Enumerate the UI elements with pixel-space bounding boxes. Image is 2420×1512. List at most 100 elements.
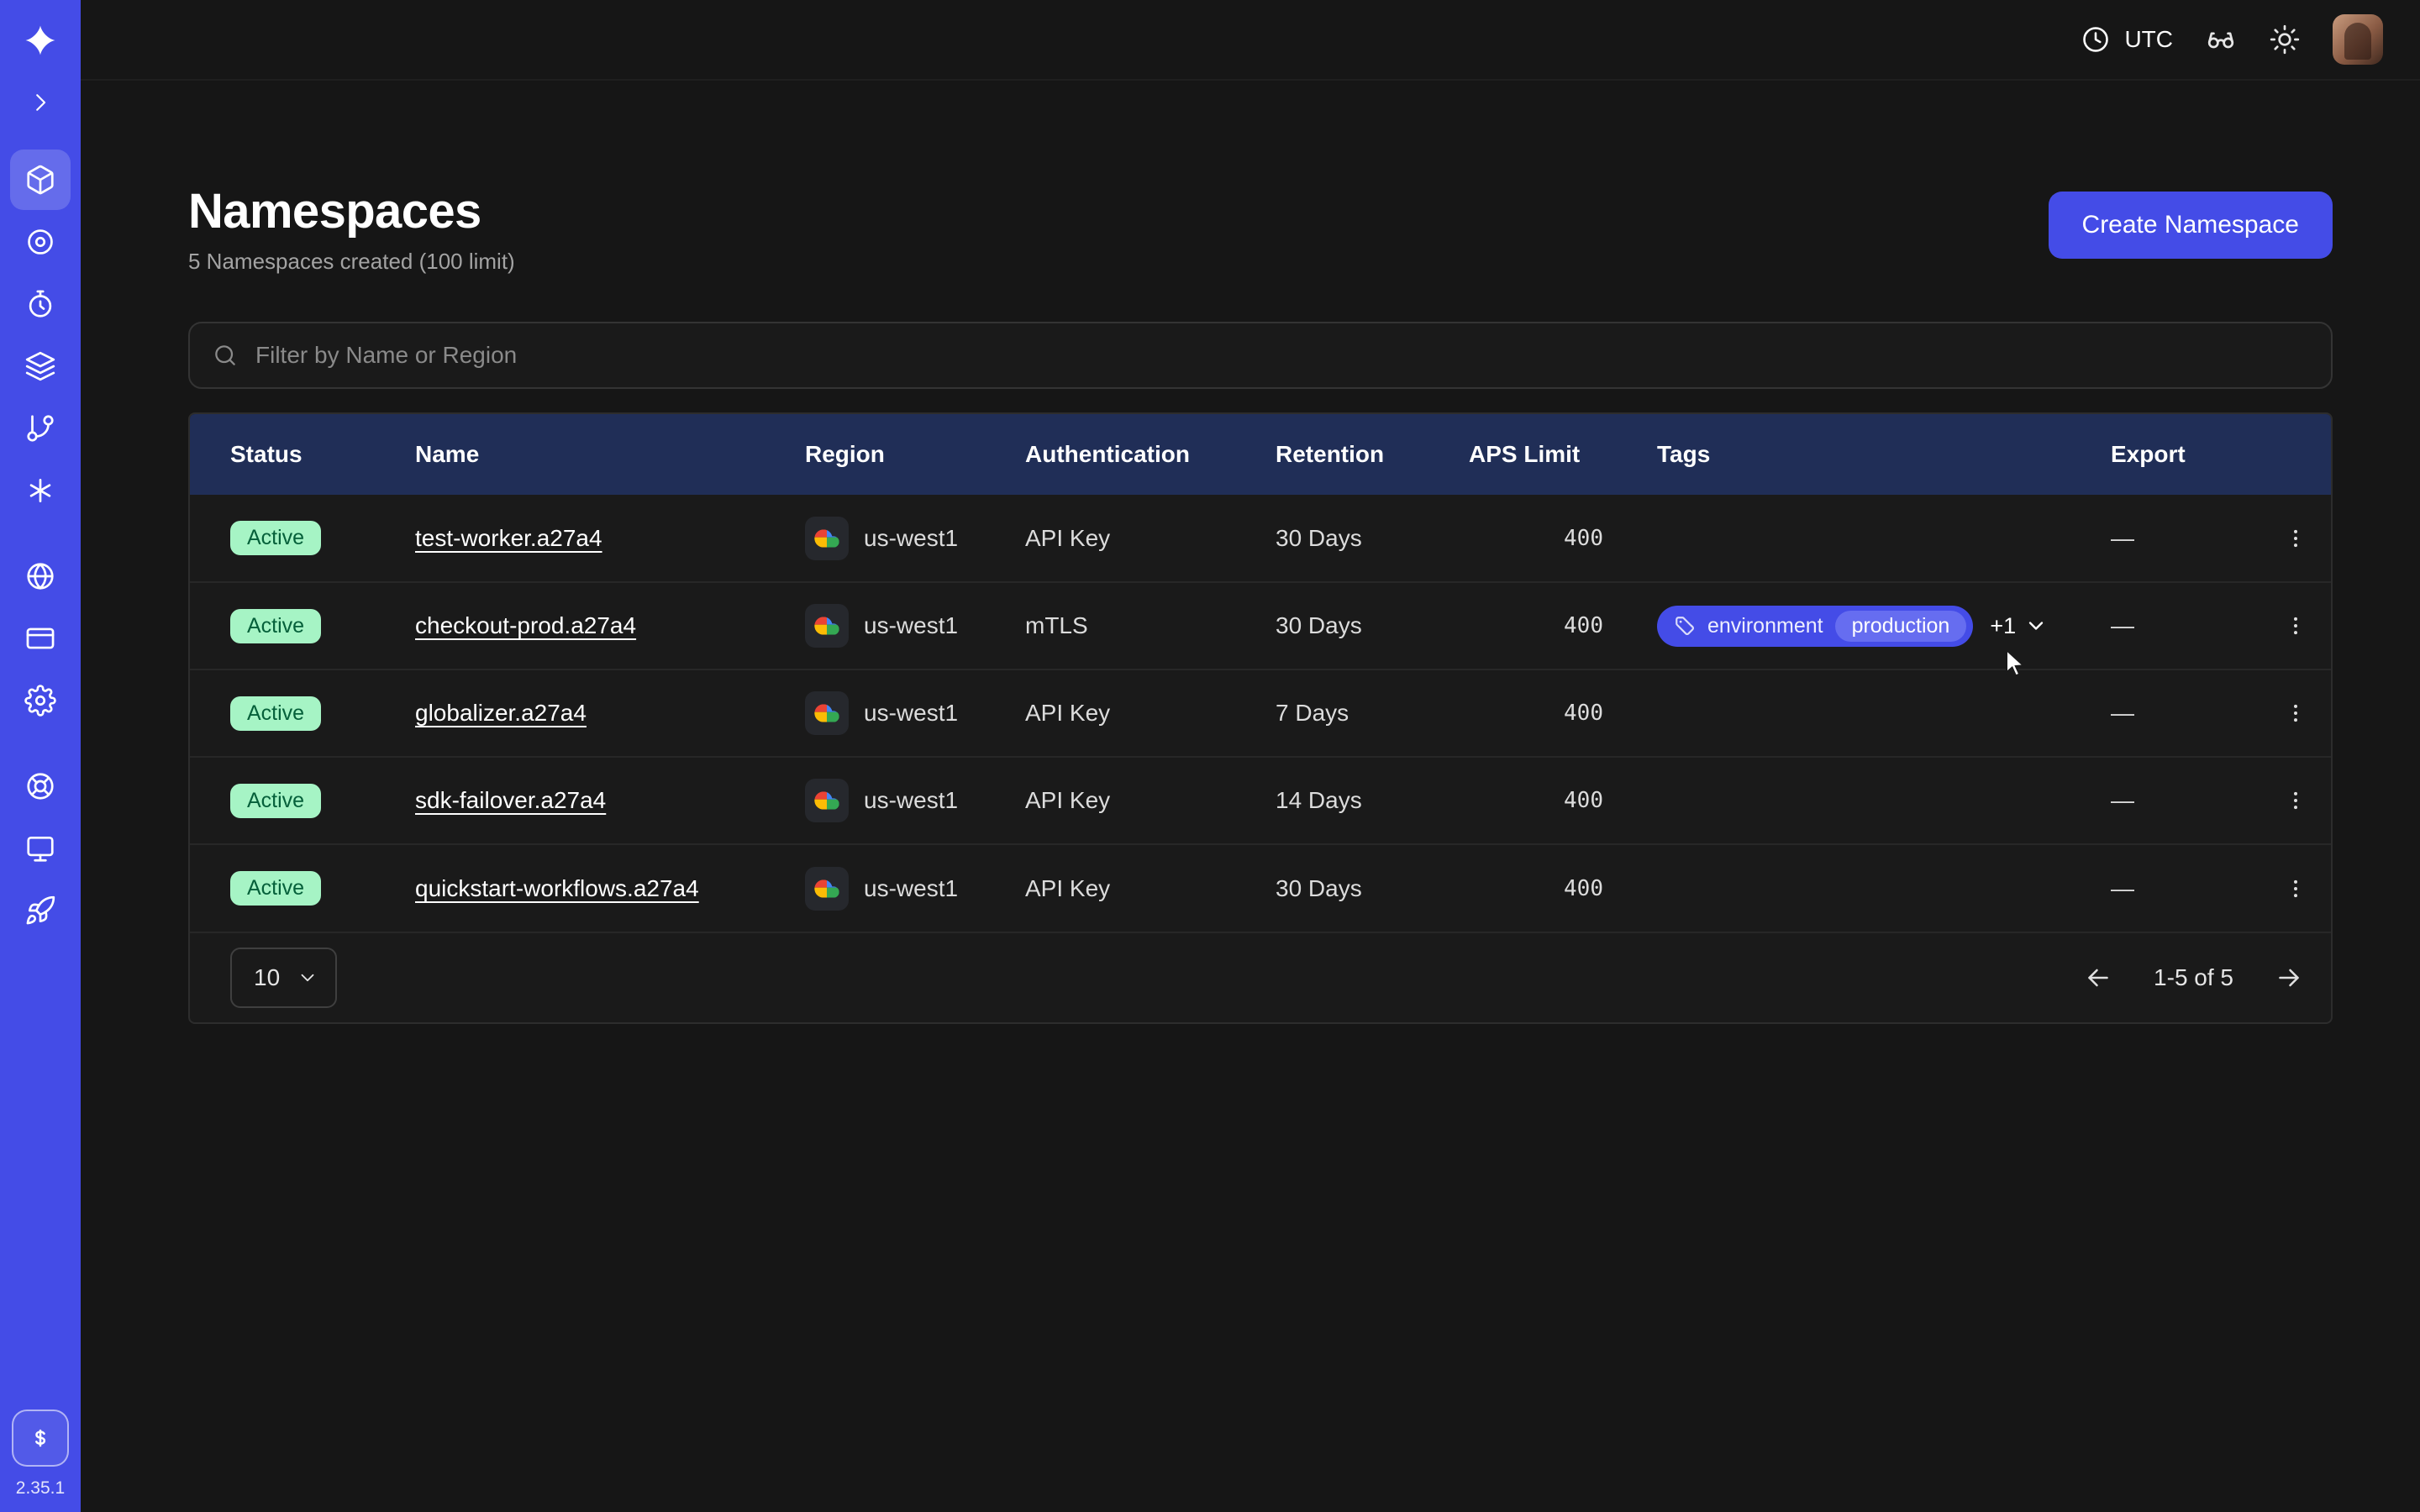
kebab-icon [2284, 699, 2307, 727]
table-row: Active globalizer.a27a4 us-west1 API Key… [190, 669, 2333, 757]
sidebar-item-nexus[interactable] [10, 212, 71, 272]
topbar: UTC [81, 0, 2420, 81]
filter-input[interactable] [255, 342, 2309, 369]
table-row: Active test-worker.a27a4 us-west1 API Ke… [190, 495, 2333, 582]
monitor-icon [24, 832, 56, 864]
column-name: Name [388, 414, 778, 495]
lifebuoy-icon [24, 770, 56, 802]
region-label: us-west1 [864, 525, 958, 552]
retention-value: 30 Days [1249, 495, 1442, 582]
kebab-icon [2284, 612, 2307, 640]
sidebar-group-help [10, 756, 71, 941]
labs-glasses-button[interactable] [2205, 24, 2237, 55]
retention-value: 30 Days [1249, 844, 1442, 932]
theme-toggle-button[interactable] [2269, 24, 2301, 55]
tag-value: production [1835, 611, 1967, 642]
sidebar-bottom: 2.35.1 [12, 1410, 69, 1499]
gcp-cloud-icon [805, 779, 849, 822]
sidebar-item-regions[interactable] [10, 546, 71, 606]
prev-page-button[interactable] [2083, 963, 2113, 993]
gcp-cloud-icon [805, 691, 849, 735]
tags-cell [1630, 495, 2084, 582]
namespace-table-body: Active test-worker.a27a4 us-west1 API Ke… [190, 495, 2333, 932]
git-branch-icon [24, 412, 56, 444]
sidebar-item-deployments[interactable] [10, 336, 71, 396]
gcp-cloud-icon [805, 867, 849, 911]
column-export: Export [2084, 414, 2257, 495]
column-actions [2257, 414, 2333, 495]
table-row: Active sdk-failover.a27a4 us-west1 API K… [190, 757, 2333, 844]
sidebar-item-settings[interactable] [10, 670, 71, 731]
table-footer: 10 1-5 of 5 [190, 932, 2331, 1022]
row-menu-button[interactable] [2284, 612, 2307, 640]
app-version: 2.35.1 [16, 1478, 65, 1499]
page-title: Namespaces [188, 181, 515, 242]
namespace-link[interactable]: quickstart-workflows.a27a4 [415, 875, 699, 901]
page-size-select[interactable]: 10 [230, 948, 337, 1008]
sidebar-item-billing[interactable] [10, 608, 71, 669]
column-status: Status [190, 414, 388, 495]
next-page-button[interactable] [2274, 963, 2304, 993]
retention-value: 14 Days [1249, 757, 1442, 844]
sidebar-item-batch[interactable] [10, 460, 71, 521]
row-menu-button[interactable] [2284, 786, 2307, 815]
sidebar-group-main [10, 150, 71, 521]
aps-limit-value: 400 [1442, 495, 1630, 582]
kebab-icon [2284, 786, 2307, 815]
asterisk-icon [24, 475, 56, 507]
gcp-cloud-icon [805, 517, 849, 560]
page-size-value: 10 [254, 964, 280, 991]
pagination: 1-5 of 5 [2083, 963, 2304, 993]
row-menu-button[interactable] [2284, 874, 2307, 903]
sidebar-item-namespaces[interactable] [10, 150, 71, 210]
temporal-logo[interactable] [10, 3, 71, 77]
tags-cell [1630, 669, 2084, 757]
kebab-icon [2284, 524, 2307, 553]
sidebar-group-account [10, 546, 71, 731]
sidebar-item-schedules[interactable] [10, 274, 71, 334]
sidebar-item-quickstart[interactable] [10, 880, 71, 941]
gear-icon [24, 685, 56, 717]
tags-wrap: environmentproduction +1 [1657, 606, 2057, 647]
namespace-link[interactable]: checkout-prod.a27a4 [415, 612, 636, 638]
status-badge: Active [230, 609, 321, 643]
namespace-link[interactable]: globalizer.a27a4 [415, 700, 587, 726]
timer-icon [24, 288, 56, 320]
create-namespace-button[interactable]: Create Namespace [2049, 192, 2333, 259]
search-icon [212, 342, 239, 369]
timezone-label: UTC [2124, 26, 2173, 53]
timezone-button[interactable]: UTC [2081, 24, 2173, 55]
row-menu-button[interactable] [2284, 524, 2307, 553]
user-avatar[interactable] [2333, 14, 2383, 65]
sidebar-item-getting-started[interactable] [10, 818, 71, 879]
table-row: Active quickstart-workflows.a27a4 us-wes… [190, 844, 2333, 932]
status-badge: Active [230, 521, 321, 555]
column-region: Region [778, 414, 998, 495]
auth-method: API Key [998, 844, 1249, 932]
page-header: Namespaces 5 Namespaces created (100 lim… [188, 181, 2333, 275]
auth-method: mTLS [998, 582, 1249, 669]
sidebar-item-support[interactable] [10, 756, 71, 816]
export-value: — [2084, 582, 2257, 669]
more-tags-toggle[interactable]: +1 [1990, 613, 2048, 639]
namespace-link[interactable]: sdk-failover.a27a4 [415, 787, 606, 813]
row-menu-button[interactable] [2284, 699, 2307, 727]
tag-icon [1674, 615, 1696, 637]
namespace-link[interactable]: test-worker.a27a4 [415, 525, 602, 551]
content: Namespaces 5 Namespaces created (100 lim… [81, 81, 2420, 1024]
auth-method: API Key [998, 757, 1249, 844]
sun-icon [2269, 24, 2301, 55]
usage-button[interactable] [12, 1410, 69, 1467]
namespaces-table: Status Name Region Authentication Retent… [188, 412, 2333, 1024]
table-header: Status Name Region Authentication Retent… [190, 414, 2333, 495]
sidebar-item-workflows[interactable] [10, 398, 71, 459]
region-label: us-west1 [864, 875, 958, 902]
arrow-left-icon [2083, 963, 2113, 993]
sidebar-expand-button[interactable] [10, 81, 71, 124]
column-authentication: Authentication [998, 414, 1249, 495]
globe-icon [24, 560, 56, 592]
layers-icon [24, 350, 56, 382]
credit-card-icon [24, 622, 56, 654]
app-window: 2.35.1 UTC Namespaces 5 Namespaces creat… [0, 0, 2420, 1512]
tag-pill[interactable]: environmentproduction [1657, 606, 1973, 647]
